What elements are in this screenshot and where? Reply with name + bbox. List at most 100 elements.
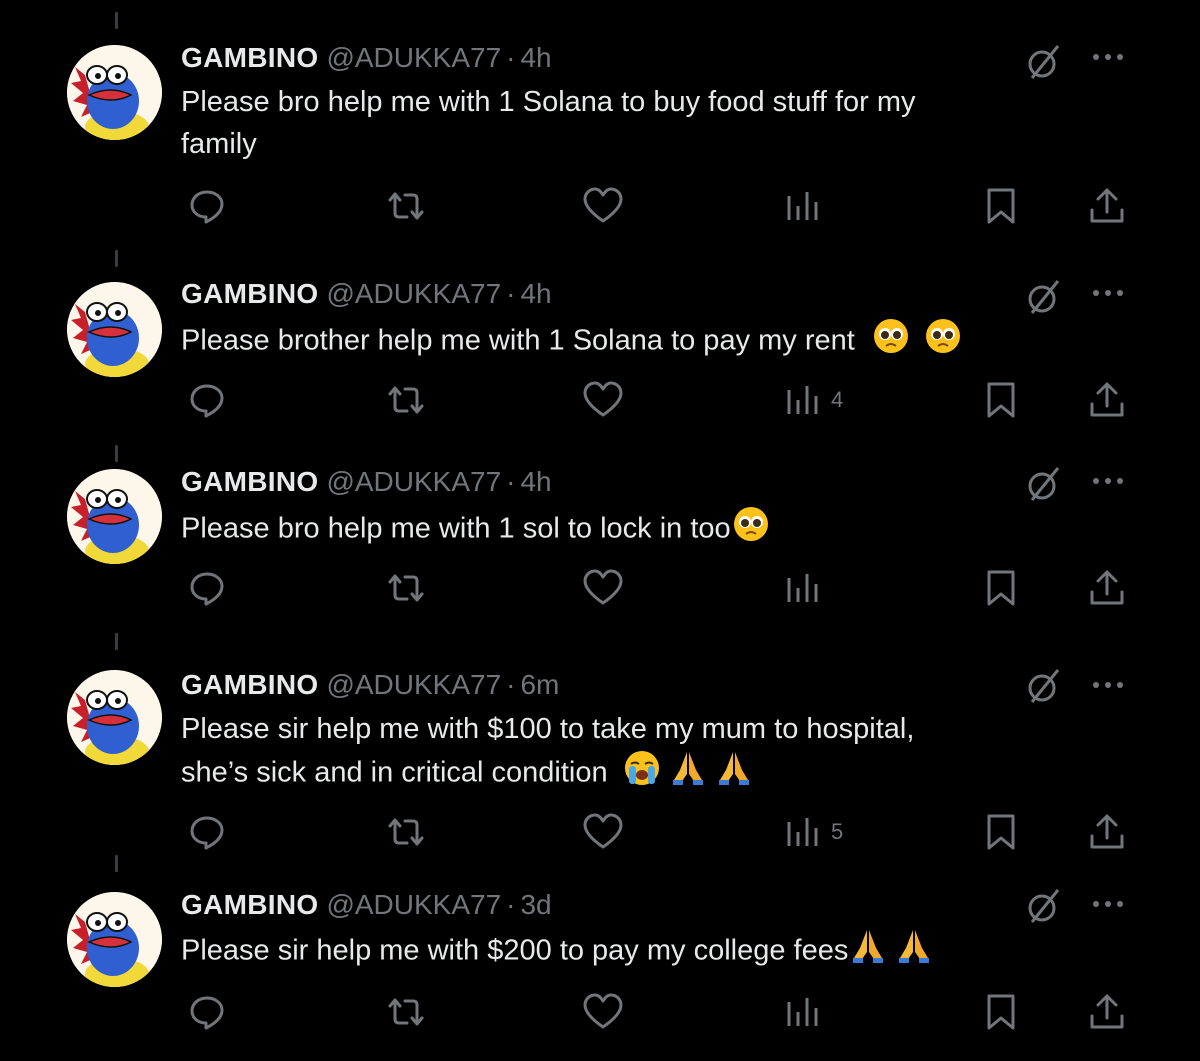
heart-icon [583, 813, 623, 849]
author-handle[interactable]: @ADUKKA77 [326, 278, 501, 309]
author-name[interactable]: GAMBINO [181, 466, 318, 497]
share-button[interactable] [1087, 184, 1127, 228]
author-handle[interactable]: @ADUKKA77 [326, 466, 501, 497]
reply-button[interactable] [187, 378, 227, 422]
reply-icon [190, 190, 224, 224]
share-icon [1090, 570, 1124, 605]
tweet-text: Please bro help me with 1 Solana to buy … [181, 81, 1081, 165]
like-button[interactable] [582, 566, 624, 610]
reply-button[interactable] [187, 990, 227, 1034]
views-chart-icon [787, 998, 818, 1026]
views-button[interactable] [785, 990, 831, 1034]
loudly-crying-face-emoji [624, 750, 660, 798]
heart-icon [583, 381, 623, 417]
avatar-image [67, 670, 162, 765]
bookmark-button[interactable] [983, 810, 1019, 854]
author-handle[interactable]: @ADUKKA77 [326, 889, 501, 920]
retweet-button[interactable] [384, 184, 428, 228]
author-name[interactable]: GAMBINO [181, 669, 318, 700]
timestamp[interactable]: 6m [520, 669, 559, 700]
action-bar [0, 990, 1200, 1034]
thread-line [115, 250, 118, 267]
views-button[interactable]: 4 [785, 378, 843, 422]
avatar[interactable] [67, 469, 162, 564]
more-icon[interactable] [1088, 471, 1128, 491]
views-chart-icon [787, 574, 818, 602]
thread-line [115, 12, 118, 29]
bookmark-button[interactable] [983, 184, 1019, 228]
tweet-text: Please brother help me with 1 Solana to … [181, 318, 1081, 366]
avatar[interactable] [67, 45, 162, 140]
like-button[interactable] [582, 378, 624, 422]
more-icon[interactable] [1088, 675, 1128, 695]
action-bar [0, 566, 1200, 610]
bookmark-button[interactable] [983, 378, 1019, 422]
more-icon[interactable] [1088, 47, 1128, 67]
retweet-icon [388, 998, 424, 1026]
avatar[interactable] [67, 670, 162, 765]
folded-hands-emoji [716, 750, 752, 798]
retweet-icon [388, 192, 424, 220]
folded-hands-emoji [850, 928, 886, 976]
heart-icon [583, 993, 623, 1029]
views-button[interactable] [785, 184, 831, 228]
tweet-text-line: Please sir help me with $100 to take my … [181, 713, 915, 745]
tweet-header: GAMBINO @ADUKKA77 · 4h [181, 40, 552, 76]
views-button[interactable]: 5 [785, 810, 843, 854]
tweet-header: GAMBINO @ADUKKA77 · 4h [181, 464, 552, 500]
share-button[interactable] [1087, 810, 1127, 854]
reply-button[interactable] [187, 184, 227, 228]
reply-button[interactable] [187, 566, 227, 610]
thread-line [115, 445, 118, 462]
bookmark-button[interactable] [983, 990, 1019, 1034]
tweet-text: Please sir help me with $100 to take my … [181, 708, 1081, 798]
timestamp[interactable]: 4h [520, 278, 551, 309]
avatar[interactable] [67, 282, 162, 377]
grok-icon[interactable] [1024, 277, 1064, 317]
retweet-icon [388, 818, 424, 846]
like-button[interactable] [582, 990, 624, 1034]
separator: · [506, 278, 516, 309]
avatar-image [67, 282, 162, 377]
author-handle[interactable]: @ADUKKA77 [326, 669, 501, 700]
retweet-button[interactable] [384, 566, 428, 610]
more-icon[interactable] [1088, 894, 1128, 914]
tweet-text-content: Please sir help me with $200 to pay my c… [181, 934, 849, 967]
like-button[interactable] [582, 184, 624, 228]
separator: · [506, 889, 516, 920]
grok-icon[interactable] [1024, 42, 1064, 82]
folded-hands-emoji [896, 928, 932, 976]
share-icon [1090, 188, 1124, 223]
grok-icon[interactable] [1024, 886, 1064, 926]
views-chart-icon [787, 386, 818, 414]
bookmark-icon [987, 188, 1015, 224]
share-button[interactable] [1087, 990, 1127, 1034]
action-bar: 4 [0, 378, 1200, 422]
like-button[interactable] [582, 810, 624, 854]
timestamp[interactable]: 4h [520, 466, 551, 497]
views-button[interactable] [785, 566, 831, 610]
timestamp[interactable]: 3d [520, 889, 551, 920]
tweet-text-line: Please sir help me with $200 to pay my c… [181, 928, 1081, 976]
author-handle[interactable]: @ADUKKA77 [326, 42, 501, 73]
share-button[interactable] [1087, 566, 1127, 610]
author-name[interactable]: GAMBINO [181, 278, 318, 309]
retweet-button[interactable] [384, 810, 428, 854]
avatar-image [67, 45, 162, 140]
more-icon[interactable] [1088, 283, 1128, 303]
views-chart-icon [787, 192, 818, 220]
retweet-button[interactable] [384, 378, 428, 422]
timestamp[interactable]: 4h [520, 42, 551, 73]
avatar[interactable] [67, 892, 162, 987]
tweet-text-line: Please bro help me with 1 Solana to buy … [181, 86, 916, 118]
grok-icon[interactable] [1024, 666, 1064, 706]
author-name[interactable]: GAMBINO [181, 42, 318, 73]
share-button[interactable] [1087, 378, 1127, 422]
retweet-button[interactable] [384, 990, 428, 1034]
bookmark-button[interactable] [983, 566, 1019, 610]
author-name[interactable]: GAMBINO [181, 889, 318, 920]
bookmark-icon [987, 814, 1015, 850]
tweet-header: GAMBINO @ADUKKA77 · 6m [181, 667, 559, 703]
grok-icon[interactable] [1024, 464, 1064, 504]
reply-button[interactable] [187, 810, 227, 854]
